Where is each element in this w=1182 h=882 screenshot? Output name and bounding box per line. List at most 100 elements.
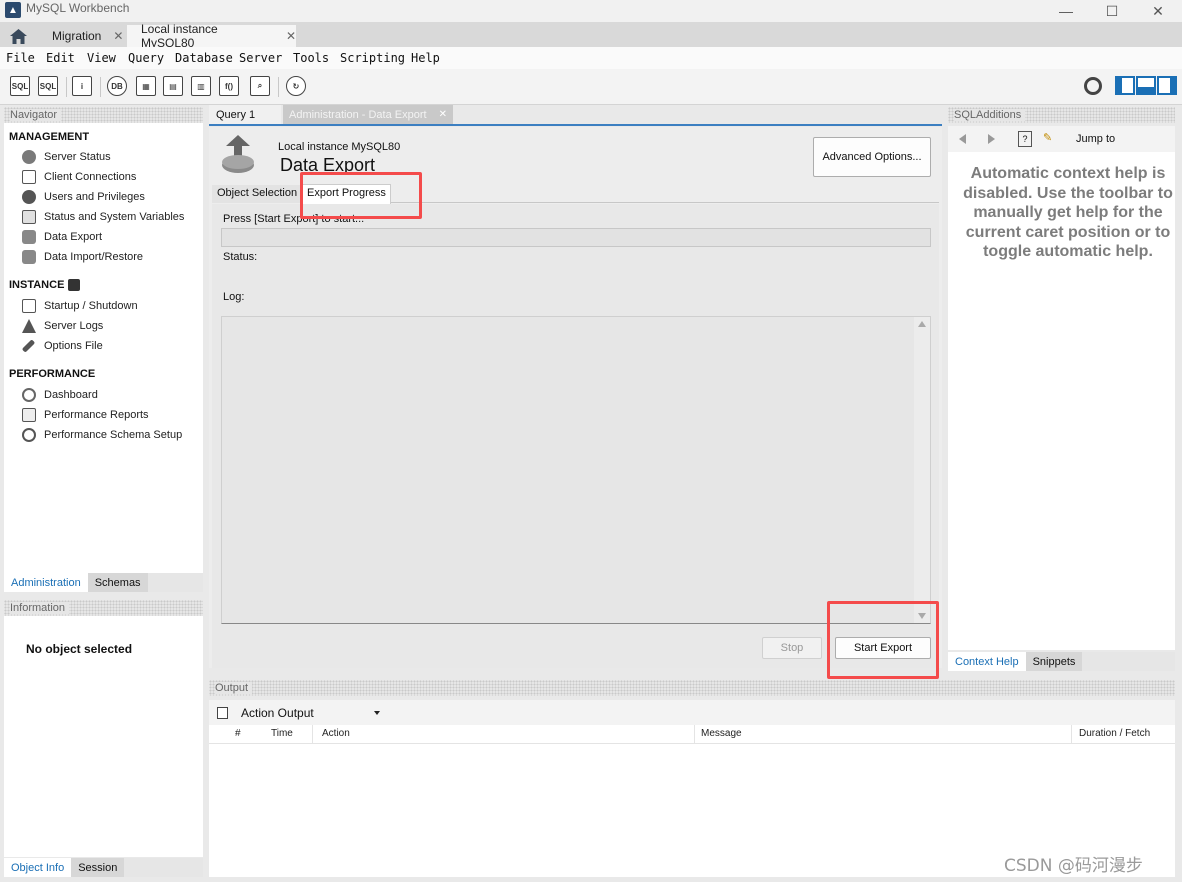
home-icon: [9, 28, 27, 44]
menu-database[interactable]: Database: [175, 51, 233, 65]
column-header[interactable]: Action: [322, 728, 350, 739]
maximize-button[interactable]: ☐: [1089, 0, 1135, 22]
tab-object-info[interactable]: Object Info: [4, 858, 72, 877]
server-status-icon: [22, 150, 36, 164]
nav-dashboard[interactable]: Dashboard: [22, 388, 98, 402]
tab-schemas[interactable]: Schemas: [87, 573, 148, 592]
minimize-button[interactable]: —: [1043, 0, 1089, 22]
tab-local-instance[interactable]: Local instance MySQL80 ✕: [127, 22, 296, 50]
toggle-output-icon[interactable]: [1136, 76, 1156, 95]
toggle-sidebar-icon[interactable]: [1157, 76, 1177, 95]
export-progress-body: Press [Start Export] to start... Status:…: [212, 204, 939, 668]
log-textarea[interactable]: [221, 316, 931, 624]
progress-bar: [221, 228, 931, 247]
close-icon[interactable]: ✕: [439, 109, 447, 120]
menu-file[interactable]: File: [6, 51, 35, 65]
management-heading: MANAGEMENT: [9, 131, 90, 143]
menu-help[interactable]: Help: [411, 51, 440, 65]
advanced-options-button[interactable]: Advanced Options...: [813, 137, 931, 177]
home-tab[interactable]: [0, 25, 36, 47]
tab-label: Administration - Data Export: [289, 108, 427, 121]
manual-help-icon[interactable]: ?: [1018, 131, 1032, 147]
tab-administration[interactable]: Administration: [4, 573, 88, 592]
scroll-up-icon[interactable]: [918, 321, 926, 327]
nav-client-connections[interactable]: Client Connections: [22, 170, 136, 184]
tab-session[interactable]: Session: [71, 858, 125, 877]
information-title: Information: [10, 602, 70, 614]
nav-data-import[interactable]: Data Import/Restore: [22, 250, 143, 264]
data-export-icon: [221, 135, 255, 175]
toolbar-separator: [66, 77, 67, 97]
close-window-button[interactable]: ✕: [1135, 0, 1181, 22]
menu-query[interactable]: Query: [128, 51, 164, 65]
nav-server-logs[interactable]: Server Logs: [22, 319, 103, 333]
nav-data-export[interactable]: Data Export: [22, 230, 102, 244]
tab-snippets[interactable]: Snippets: [1025, 652, 1083, 671]
column-header[interactable]: Time: [271, 728, 293, 739]
tab-migration[interactable]: Migration ✕: [38, 25, 125, 47]
menu-view[interactable]: View: [87, 51, 116, 65]
auto-help-icon[interactable]: ✎: [1043, 131, 1057, 147]
stop-button[interactable]: Stop: [762, 637, 822, 659]
data-export-icon: [22, 230, 36, 244]
nav-label: Data Export: [44, 231, 103, 243]
status-variables-icon: [22, 210, 36, 224]
settings-gear-icon[interactable]: [1084, 77, 1102, 95]
editor-tabbar: Query 1 Administration - Data Export ✕: [209, 105, 942, 126]
menu-bar: File Edit View Query Database Server Too…: [0, 47, 1182, 69]
nav-label: Client Connections: [44, 171, 137, 183]
users-icon: [22, 190, 36, 204]
menu-edit[interactable]: Edit: [46, 51, 75, 65]
nav-startup-shutdown[interactable]: Startup / Shutdown: [22, 299, 138, 313]
column-header[interactable]: #: [235, 728, 241, 739]
sql-additions-title: SQLAdditions: [954, 109, 1026, 121]
column-header[interactable]: Message: [701, 728, 742, 739]
output-toolbar: Action Output: [209, 700, 1175, 725]
create-table-icon[interactable]: ▦: [136, 76, 156, 96]
tab-admin-data-export[interactable]: Administration - Data Export ✕: [283, 105, 453, 124]
menu-tools[interactable]: Tools: [293, 51, 329, 65]
menu-server[interactable]: Server: [239, 51, 282, 65]
tab-object-selection[interactable]: Object Selection: [212, 185, 303, 203]
close-icon[interactable]: ✕: [286, 29, 296, 43]
toggle-navigator-icon[interactable]: [1115, 76, 1135, 95]
nav-performance-schema[interactable]: Performance Schema Setup: [22, 428, 182, 442]
information-header: Information: [4, 600, 203, 616]
inspector-icon[interactable]: i: [72, 76, 92, 96]
search-table-data-icon[interactable]: ⌕: [250, 76, 270, 96]
back-icon[interactable]: [959, 134, 966, 144]
instance-info-icon: [68, 279, 81, 291]
connection-tabbar: Migration ✕ Local instance MySQL80 ✕: [0, 22, 1182, 50]
main-toolbar: SQL SQL i DB ▦ ▤ ▥ f() ⌕ ↻: [0, 69, 1182, 105]
create-schema-icon[interactable]: DB: [107, 76, 127, 96]
column-header[interactable]: Duration / Fetch: [1079, 728, 1150, 739]
nav-status-variables[interactable]: Status and System Variables: [22, 210, 184, 224]
tab-context-help[interactable]: Context Help: [948, 652, 1026, 671]
nav-users-privileges[interactable]: Users and Privileges: [22, 190, 145, 204]
output-type-value: Action Output: [241, 705, 314, 720]
wrench-icon: [21, 339, 36, 353]
tab-query-1[interactable]: Query 1: [209, 105, 281, 124]
nav-performance-reports[interactable]: Performance Reports: [22, 408, 149, 422]
output-header: Output: [209, 680, 1175, 696]
jump-to-select[interactable]: Jump to: [1076, 133, 1115, 145]
nav-options-file[interactable]: Options File: [21, 339, 103, 353]
create-function-icon[interactable]: f(): [219, 76, 239, 96]
output-type-select[interactable]: Action Output: [235, 703, 386, 722]
forward-icon[interactable]: [988, 134, 995, 144]
copy-icon[interactable]: [217, 707, 228, 719]
status-label: Status:: [223, 251, 258, 263]
reports-icon: [22, 408, 36, 422]
log-scrollbar[interactable]: [914, 317, 930, 623]
reconnect-icon[interactable]: ↻: [286, 76, 306, 96]
close-icon[interactable]: ✕: [113, 29, 123, 43]
open-sql-script-icon[interactable]: SQL: [38, 76, 58, 96]
create-procedure-icon[interactable]: ▥: [191, 76, 211, 96]
new-sql-tab-icon[interactable]: SQL: [10, 76, 30, 96]
nav-server-status[interactable]: Server Status: [22, 150, 111, 164]
menu-scripting[interactable]: Scripting: [340, 51, 405, 65]
create-view-icon[interactable]: ▤: [163, 76, 183, 96]
performance-heading: PERFORMANCE: [9, 368, 96, 380]
information-panel: No object selected: [4, 616, 203, 857]
warning-icon: [22, 319, 36, 333]
